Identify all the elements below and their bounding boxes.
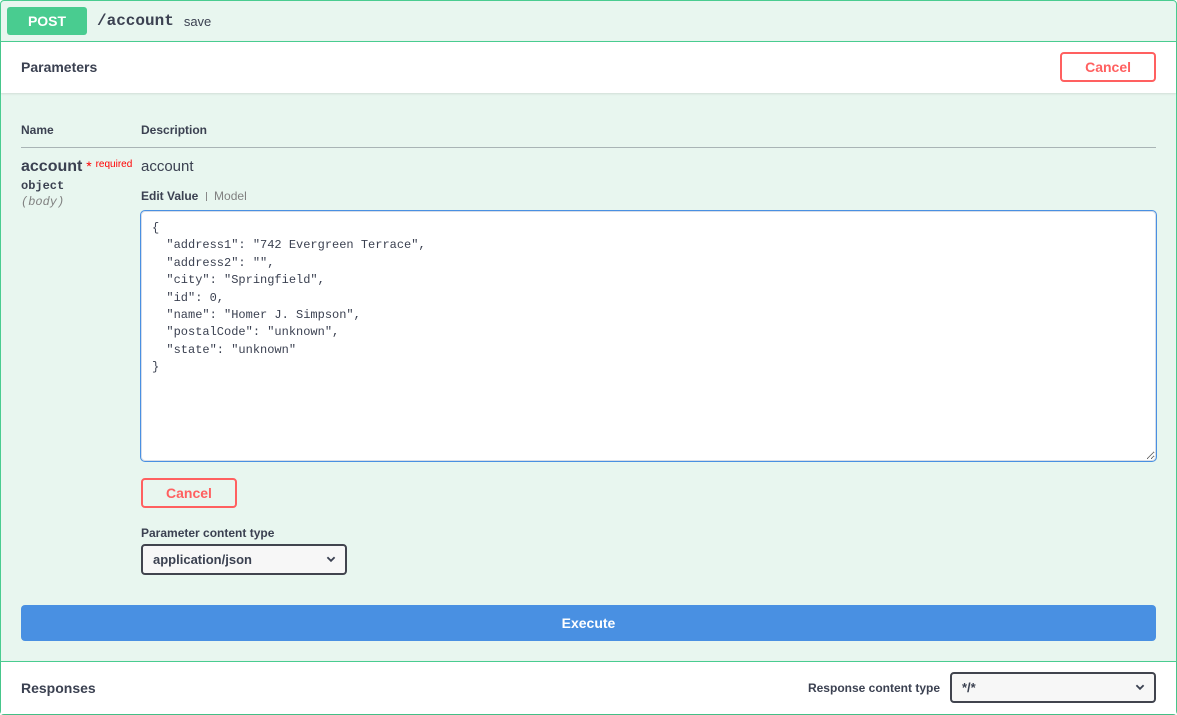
parameter-row: account * required object (body) account… xyxy=(21,148,1156,586)
param-name: account xyxy=(21,158,82,175)
parameters-title: Parameters xyxy=(21,59,97,75)
operation-path: /account xyxy=(97,12,174,30)
response-content-type-select[interactable]: */* xyxy=(950,672,1156,703)
param-description: account xyxy=(141,158,1156,175)
execute-row: Execute xyxy=(1,585,1176,661)
col-header-description: Description xyxy=(141,113,1156,148)
param-type: object xyxy=(21,179,141,193)
body-textarea[interactable] xyxy=(141,211,1156,461)
operation-header[interactable]: POST /account save xyxy=(1,1,1176,41)
param-in: (body) xyxy=(21,195,141,209)
param-content-type-select-wrap: application/json xyxy=(141,544,347,575)
param-content-type-select[interactable]: application/json xyxy=(141,544,347,575)
responses-header: Responses Response content type */* xyxy=(1,661,1176,714)
required-label: required xyxy=(96,159,133,170)
try-it-out-cancel-button[interactable]: Cancel xyxy=(1060,52,1156,82)
param-content-type-label: Parameter content type xyxy=(141,526,1156,540)
response-content-type-group: Response content type */* xyxy=(808,672,1156,703)
required-star: * xyxy=(86,158,91,174)
parameters-body: Name Description account * required obje… xyxy=(1,93,1176,585)
responses-title: Responses xyxy=(21,680,96,696)
tab-model[interactable]: Model xyxy=(214,189,247,203)
response-content-type-label: Response content type xyxy=(808,681,940,695)
col-header-name: Name xyxy=(21,113,141,148)
execute-button[interactable]: Execute xyxy=(21,605,1156,641)
value-model-tabs: Edit Value Model xyxy=(141,189,1156,203)
body-cancel-button[interactable]: Cancel xyxy=(141,478,237,508)
tab-separator xyxy=(206,192,207,201)
tab-edit-value[interactable]: Edit Value xyxy=(141,189,198,203)
operation-summary: save xyxy=(184,14,211,29)
parameters-header: Parameters Cancel xyxy=(1,41,1176,93)
method-badge: POST xyxy=(7,7,87,35)
parameters-table: Name Description account * required obje… xyxy=(21,113,1156,585)
operation-block: POST /account save Parameters Cancel Nam… xyxy=(0,0,1177,715)
